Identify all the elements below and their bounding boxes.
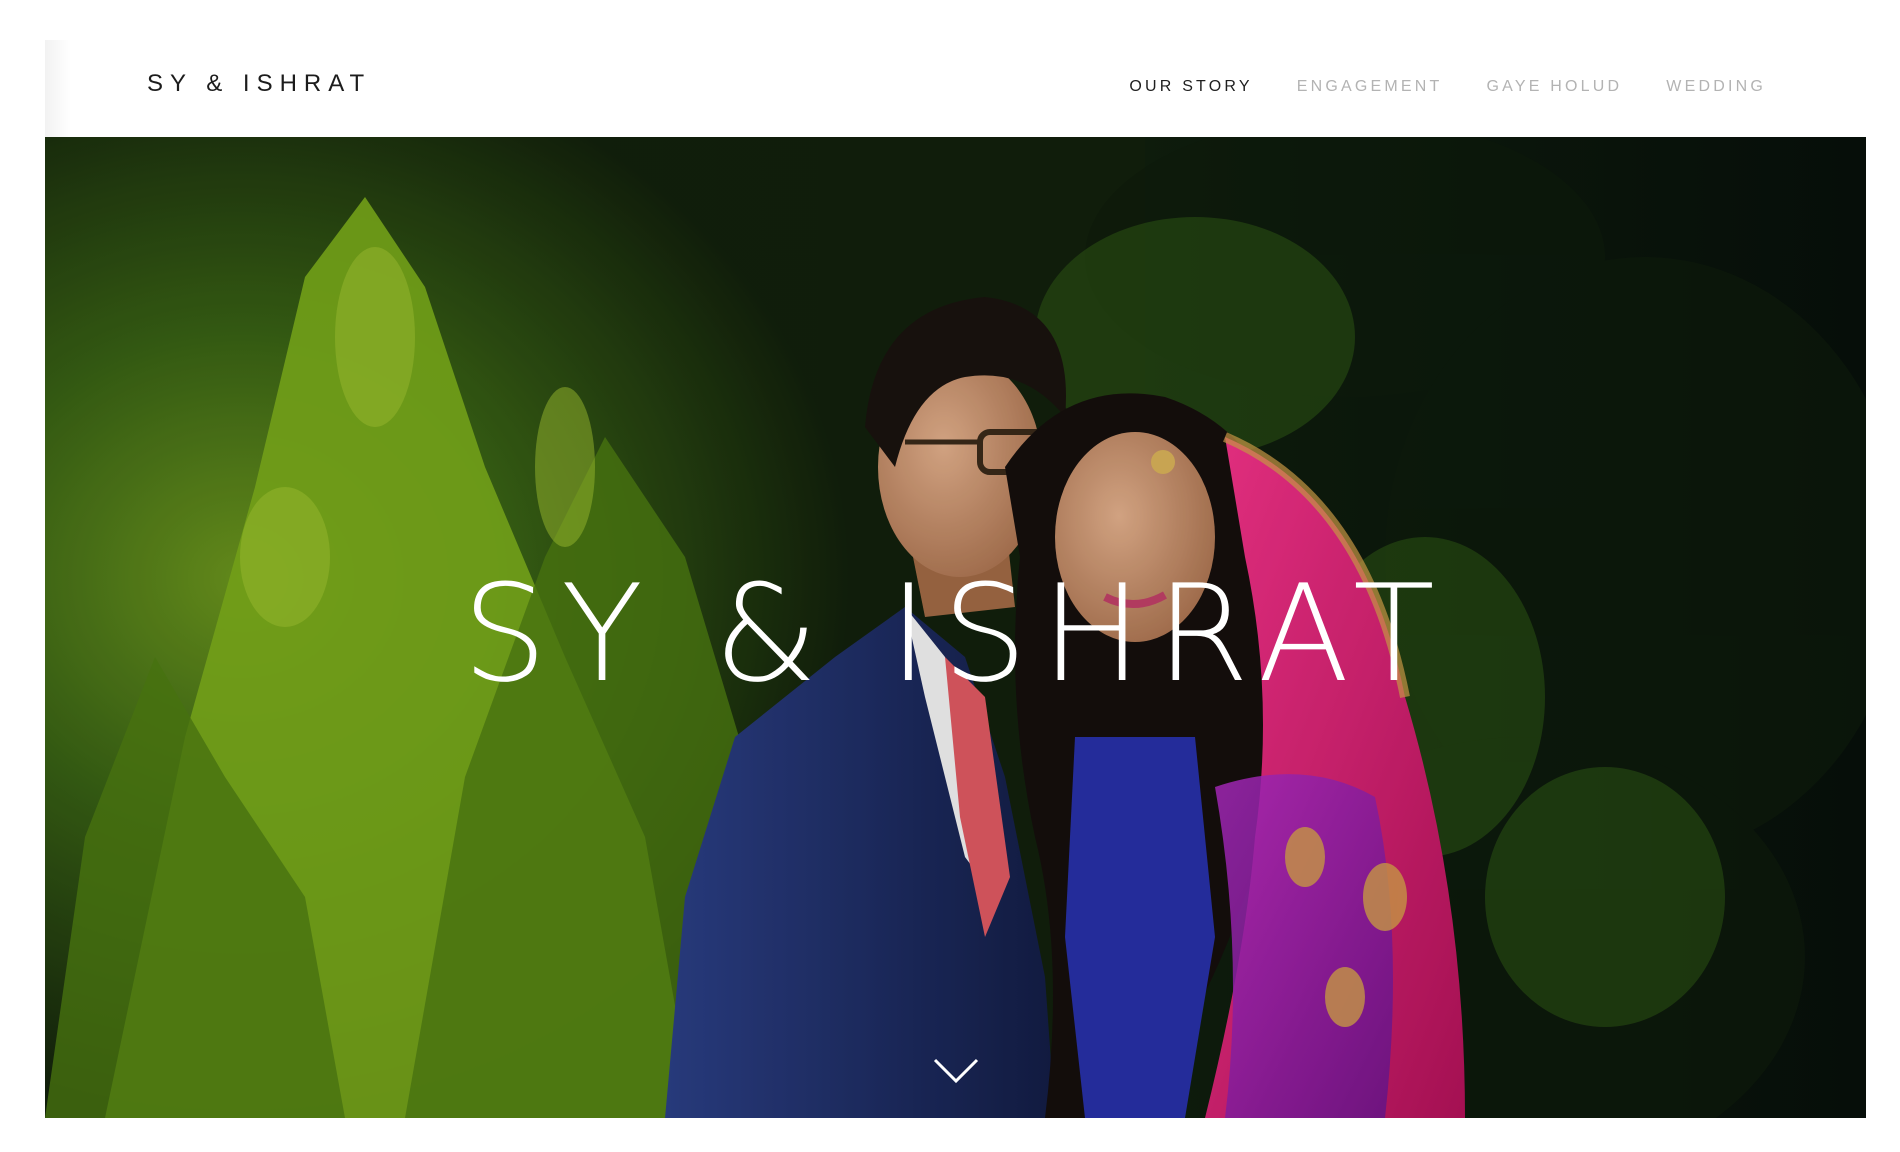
scroll-down-button[interactable] [931, 1054, 981, 1088]
main-nav: OUR STORY ENGAGEMENT GAYE HOLUD WEDDING [1129, 78, 1766, 96]
nav-gaye-holud[interactable]: GAYE HOLUD [1487, 78, 1623, 96]
nav-engagement[interactable]: ENGAGEMENT [1297, 78, 1443, 96]
hero-section: SY & ISHRAT [45, 137, 1866, 1118]
header-edge-shadow [45, 40, 71, 137]
site-header: SY & ISHRAT OUR STORY ENGAGEMENT GAYE HO… [45, 40, 1866, 137]
hero-title: SY & ISHRAT [462, 556, 1449, 712]
nav-wedding[interactable]: WEDDING [1666, 78, 1766, 96]
site-logo[interactable]: SY & ISHRAT [147, 70, 371, 98]
page: SY & ISHRAT OUR STORY ENGAGEMENT GAYE HO… [0, 0, 1900, 1152]
chevron-down-icon [933, 1058, 979, 1084]
nav-our-story[interactable]: OUR STORY [1129, 78, 1252, 96]
site-frame: SY & ISHRAT OUR STORY ENGAGEMENT GAYE HO… [45, 40, 1866, 1118]
